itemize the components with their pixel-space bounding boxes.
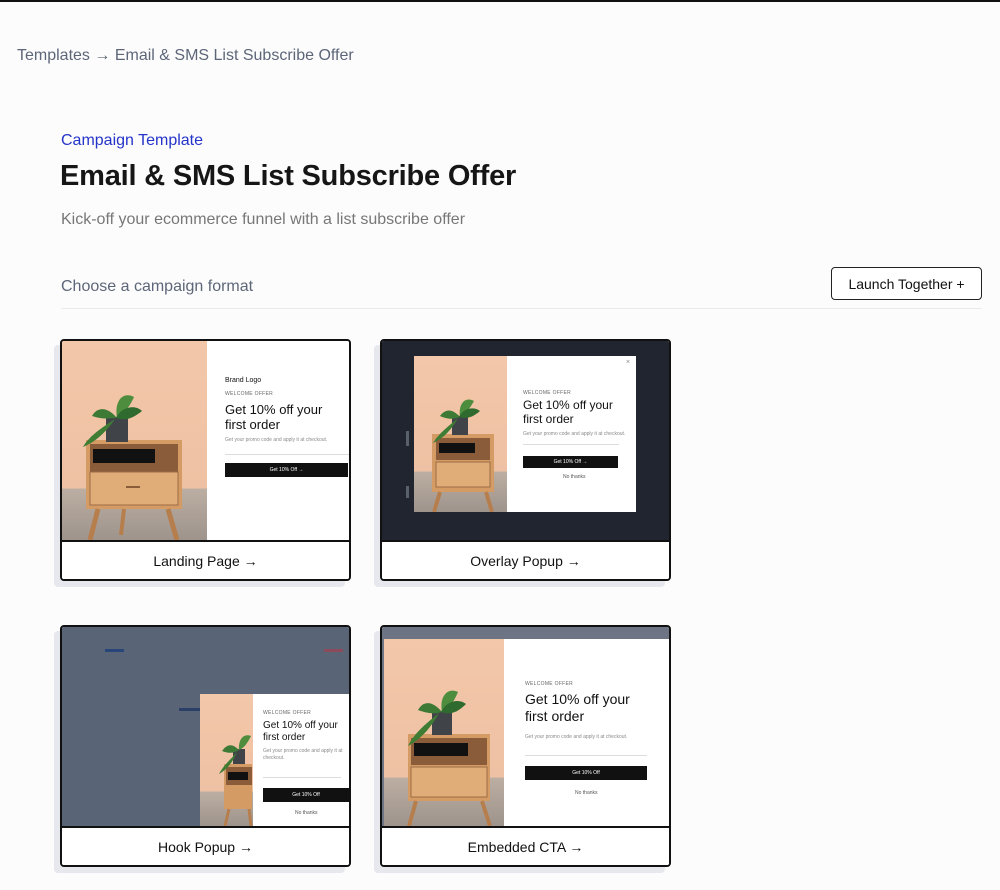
offer-copy: Get your promo code and apply it at chec… xyxy=(263,748,343,761)
overlay-popup-preview: × WELCOME OFFER Get 10% off your first o… xyxy=(382,341,669,540)
breadcrumb-current: Email & SMS List Subscribe Offer xyxy=(114,47,354,64)
welcome-offer-text: WELCOME OFFER xyxy=(263,710,312,716)
email-field-preview xyxy=(263,777,341,778)
email-field-preview xyxy=(225,454,349,455)
plant-icon xyxy=(83,395,182,540)
offer-headline: Get 10% off your first order xyxy=(225,402,323,433)
background-page-fragment xyxy=(406,486,409,498)
campaign-template-eyebrow: Campaign Template xyxy=(61,132,204,149)
offer-headline: Get 10% off your first order xyxy=(523,398,613,427)
page-subtitle: Kick-off your ecommerce funnel with a li… xyxy=(61,211,466,228)
no-thanks-text: No thanks xyxy=(575,790,598,796)
hook-popup-format-card[interactable]: WELCOME OFFER Get 10% off your first ord… xyxy=(60,625,351,867)
hook-popup-preview: WELCOME OFFER Get 10% off your first ord… xyxy=(62,627,349,826)
background-nav-line xyxy=(105,649,124,652)
background-page-fragment xyxy=(406,431,409,446)
breadcrumb: Templates → Email & SMS List Subscribe O… xyxy=(17,47,354,65)
offer-headline: Get 10% off your first order xyxy=(263,720,338,743)
landing-page-format-card[interactable]: Brand Logo WELCOME OFFER Get 10% off you… xyxy=(60,339,351,581)
embedded-product-photo xyxy=(384,639,504,826)
breadcrumb-separator: → xyxy=(94,47,111,64)
overlay-popup-label: Overlay Popup → xyxy=(382,540,669,579)
background-nav-line xyxy=(324,649,343,652)
embedded-cta-preview: WELCOME OFFER Get 10% off your first ord… xyxy=(382,627,669,826)
section-divider xyxy=(61,308,982,309)
embedded-cta-format-card[interactable]: WELCOME OFFER Get 10% off your first ord… xyxy=(380,625,671,867)
brand-logo-text: Brand Logo xyxy=(225,377,262,384)
offer-cta-preview: Get 10% Off xyxy=(263,788,349,802)
offer-copy: Get your promo code and apply it at chec… xyxy=(525,734,628,740)
no-thanks-text: No thanks xyxy=(563,474,586,480)
no-thanks-text: No thanks xyxy=(295,810,318,816)
launch-together-button[interactable]: Launch Together + xyxy=(831,267,982,300)
plant-icon xyxy=(219,735,253,826)
email-field-preview xyxy=(523,444,619,445)
offer-cta-preview: Get 10% Off xyxy=(525,766,647,780)
plant-icon xyxy=(432,399,494,512)
page-title: Email & SMS List Subscribe Offer xyxy=(60,160,517,192)
landing-page-preview: Brand Logo WELCOME OFFER Get 10% off you… xyxy=(62,341,349,540)
breadcrumb-templates-link[interactable]: Templates xyxy=(17,47,90,64)
plant-icon xyxy=(407,690,492,826)
overlay-popup-format-card[interactable]: × WELCOME OFFER Get 10% off your first o… xyxy=(380,339,671,581)
offer-headline: Get 10% off your first order xyxy=(525,691,630,724)
hook-offer-panel: WELCOME OFFER Get 10% off your first ord… xyxy=(253,694,349,826)
welcome-offer-text: WELCOME OFFER xyxy=(225,391,274,397)
offer-copy: Get your promo code and apply it at chec… xyxy=(225,437,328,443)
offer-cta-preview: Get 10% Off → xyxy=(225,463,348,477)
welcome-offer-text: WELCOME OFFER xyxy=(523,390,572,396)
welcome-offer-text: WELCOME OFFER xyxy=(525,681,574,687)
offer-copy: Get your promo code and apply it at chec… xyxy=(523,431,626,437)
product-photo xyxy=(62,341,207,540)
offer-cta-preview: Get 10% Off → xyxy=(523,456,618,468)
hook-popup-label: Hook Popup → xyxy=(62,826,349,865)
overlay-product-photo xyxy=(414,356,507,512)
campaign-format-heading: Choose a campaign format xyxy=(61,278,254,295)
close-icon: × xyxy=(626,359,631,366)
landing-page-label: Landing Page → xyxy=(62,540,349,579)
embedded-offer-panel: WELCOME OFFER Get 10% off your first ord… xyxy=(504,639,669,826)
background-page-fragment xyxy=(179,708,200,711)
email-field-preview xyxy=(525,755,647,756)
overlay-offer-panel: × WELCOME OFFER Get 10% off your first o… xyxy=(507,356,636,512)
hook-product-photo xyxy=(200,694,253,826)
embedded-cta-label: Embedded CTA → xyxy=(382,826,669,865)
top-border xyxy=(0,0,1000,2)
landing-offer-panel: Brand Logo WELCOME OFFER Get 10% off you… xyxy=(207,341,349,540)
